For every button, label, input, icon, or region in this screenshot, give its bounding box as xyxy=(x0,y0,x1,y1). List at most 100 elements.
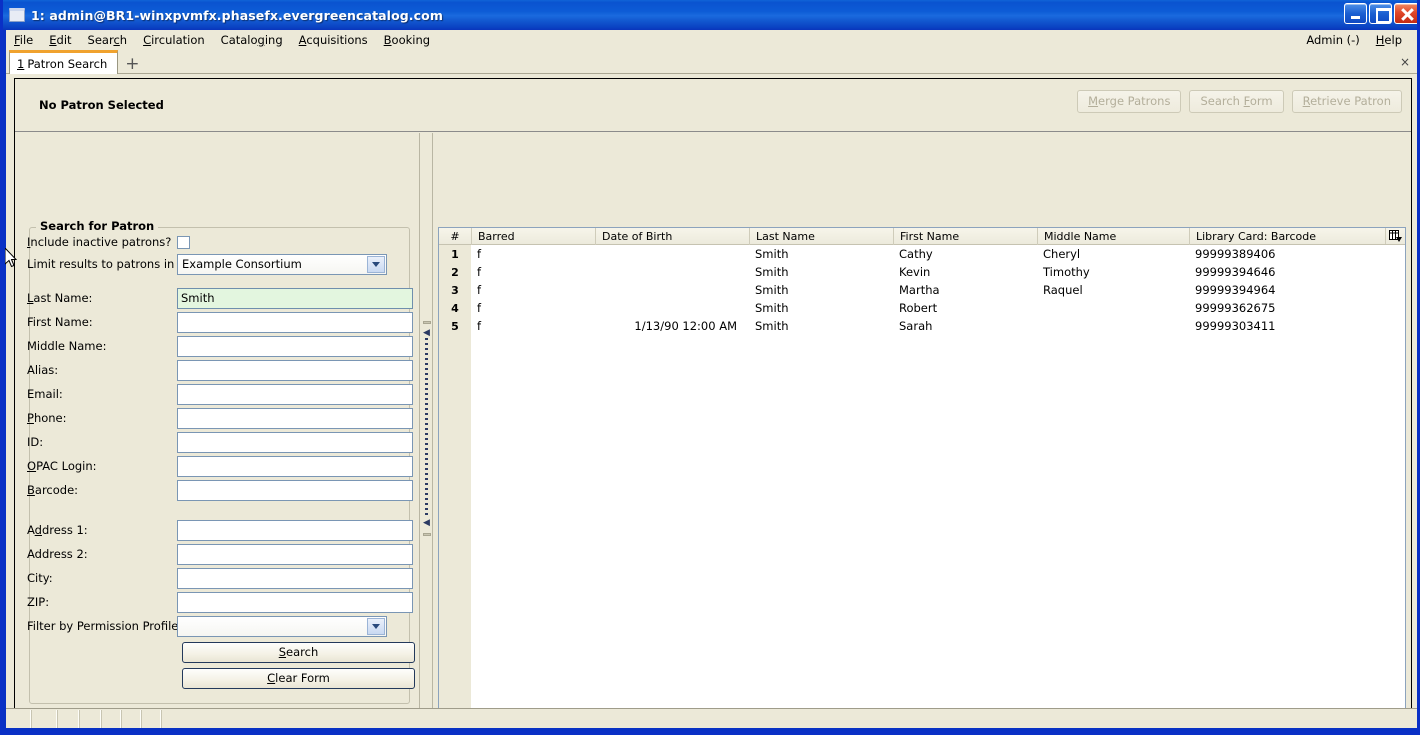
barcode-label: Barcode: xyxy=(27,483,79,497)
menu-acquisitions[interactable]: Acquisitions xyxy=(291,31,376,49)
field-city: City: xyxy=(27,566,413,590)
close-button[interactable] xyxy=(1394,3,1417,24)
chevron-down-icon[interactable] xyxy=(367,617,385,635)
city-input[interactable] xyxy=(177,567,413,589)
title-bar[interactable]: 1: admin@BR1-winxpvmfx.phasefx.evergreen… xyxy=(3,0,1417,30)
city-label: City: xyxy=(27,571,53,585)
opac-login-input[interactable] xyxy=(177,455,413,477)
cell-date-of-birth: 1/13/90 12:00 AM xyxy=(634,319,737,333)
column-header-first-name[interactable]: First Name xyxy=(893,228,1037,245)
grid-empty-body xyxy=(471,335,1405,723)
field-include-inactive-patrons: Include inactive patrons? xyxy=(27,230,190,254)
cell-library-card-barcode: 99999394646 xyxy=(1195,265,1276,279)
window-title: 1: admin@BR1-winxpvmfx.phasefx.evergreen… xyxy=(31,7,443,23)
column-header-date-of-birth[interactable]: Date of Birth xyxy=(595,228,749,245)
id-input[interactable] xyxy=(177,431,413,453)
column-header-middle-name[interactable]: Middle Name xyxy=(1037,228,1189,245)
zip-label: ZIP: xyxy=(27,595,50,609)
first-name-input[interactable] xyxy=(177,311,413,333)
address-2-input[interactable] xyxy=(177,543,413,565)
clear-form-button[interactable]: Clear Form xyxy=(182,668,415,689)
pane-splitter[interactable]: ◀ ◀ xyxy=(419,133,433,723)
last-name-input[interactable] xyxy=(177,287,413,309)
cell-date-of-birth xyxy=(595,299,749,317)
cell-library-card-barcode: 99999303411 xyxy=(1195,319,1276,333)
zip-input[interactable] xyxy=(177,591,413,613)
cell-barred: f xyxy=(477,265,482,279)
cell-library-card-barcode: 99999389406 xyxy=(1195,247,1276,261)
cell-first-name: Robert xyxy=(899,301,938,315)
column-picker-icon[interactable] xyxy=(1385,228,1405,244)
table-row[interactable]: 1 f Smith Cathy Cheryl 99999389406 xyxy=(439,245,1405,263)
menu-help[interactable]: Help xyxy=(1368,31,1410,49)
grid-header-row: # Barred Date of Birth Last Name First N… xyxy=(439,228,1405,245)
field-limit-results: Limit results to patrons in Example Cons… xyxy=(27,252,387,276)
address-2-label: Address 2: xyxy=(27,547,88,561)
limit-results-value: Example Consortium xyxy=(182,257,302,271)
phone-input[interactable] xyxy=(177,407,413,429)
menu-admin[interactable]: Admin (-) xyxy=(1298,31,1367,49)
menu-bar-right: Admin (-) Help xyxy=(1298,31,1417,49)
cell-first-name: Cathy xyxy=(899,247,933,261)
table-row[interactable]: 5 f 1/13/90 12:00 AM Smith Sarah 9999930… xyxy=(439,317,1405,335)
column-header-barred[interactable]: Barred xyxy=(471,228,595,245)
retrieve-patron-button[interactable]: Retrieve Patron xyxy=(1291,90,1402,113)
maximize-button[interactable] xyxy=(1369,3,1392,24)
cell-barred: f xyxy=(477,247,482,261)
column-header-number[interactable]: # xyxy=(439,228,471,245)
column-header-library-card-barcode[interactable]: Library Card: Barcode xyxy=(1189,228,1385,245)
menu-booking[interactable]: Booking xyxy=(376,31,438,49)
minimize-button[interactable] xyxy=(1344,3,1367,24)
new-tab-button[interactable]: + xyxy=(125,56,139,73)
menu-edit[interactable]: Edit xyxy=(41,31,79,49)
chevron-down-icon[interactable] xyxy=(367,255,385,273)
status-segment xyxy=(32,710,58,728)
limit-results-select[interactable]: Example Consortium xyxy=(177,253,387,275)
patron-summary-bar: No Patron Selected Merge Patrons Search … xyxy=(15,79,1411,132)
tab-patron-search[interactable]: 1 Patron Search xyxy=(9,50,119,74)
barcode-input[interactable] xyxy=(177,479,413,501)
include-inactive-patrons-checkbox[interactable] xyxy=(177,235,190,249)
patron-results-grid[interactable]: # Barred Date of Birth Last Name First N… xyxy=(438,227,1406,723)
patron-actions-toolbar: Merge Patrons Search Form Retrieve Patro… xyxy=(1077,90,1402,113)
merge-patrons-button[interactable]: Merge Patrons xyxy=(1077,90,1182,113)
id-label: ID: xyxy=(27,435,44,449)
field-middle-name: Middle Name: xyxy=(27,334,413,358)
column-header-last-name[interactable]: Last Name xyxy=(749,228,893,245)
client-area: File Edit Search Circulation Cataloging … xyxy=(6,30,1417,728)
table-row[interactable]: 2 f Smith Kevin Timothy 99999394646 xyxy=(439,263,1405,281)
search-button[interactable]: Search xyxy=(182,642,415,663)
search-form-button[interactable]: Search Form xyxy=(1189,90,1284,113)
menu-search[interactable]: Search xyxy=(80,31,136,49)
cell-first-name: Sarah xyxy=(899,319,933,333)
last-name-label: Last Name: xyxy=(27,291,93,305)
menu-circulation[interactable]: Circulation xyxy=(135,31,213,49)
tab-label: Patron Search xyxy=(27,57,108,71)
app-window-icon xyxy=(9,8,25,22)
middle-name-input[interactable] xyxy=(177,335,413,357)
window-controls xyxy=(1344,3,1417,24)
alias-input[interactable] xyxy=(177,359,413,381)
menu-cataloging[interactable]: Cataloging xyxy=(213,31,291,49)
cell-number: 4 xyxy=(439,299,471,317)
first-name-label: First Name: xyxy=(27,315,93,329)
cell-middle-name xyxy=(1037,317,1189,335)
field-id: ID: xyxy=(27,430,413,454)
table-row[interactable]: 3 f Smith Martha Raquel 99999394964 xyxy=(439,281,1405,299)
close-tab-button[interactable]: × xyxy=(1400,55,1410,69)
table-row[interactable]: 4 f Smith Robert 99999362675 xyxy=(439,299,1405,317)
email-input[interactable] xyxy=(177,383,413,405)
splitter-collapse-left-icon-bottom[interactable]: ◀ xyxy=(422,519,431,529)
menu-file[interactable]: File xyxy=(6,31,41,49)
cell-number: 3 xyxy=(439,281,471,299)
permission-profile-select[interactable] xyxy=(177,615,387,637)
status-segment xyxy=(6,710,32,728)
address-1-input[interactable] xyxy=(177,519,413,541)
cell-last-name: Smith xyxy=(755,283,789,297)
cell-barred: f xyxy=(477,301,482,315)
status-segment xyxy=(142,710,162,728)
column-picker-glyph xyxy=(1389,230,1402,242)
cell-middle-name: Cheryl xyxy=(1043,247,1081,261)
splitter-grip xyxy=(425,338,428,518)
cell-barred: f xyxy=(477,319,482,333)
